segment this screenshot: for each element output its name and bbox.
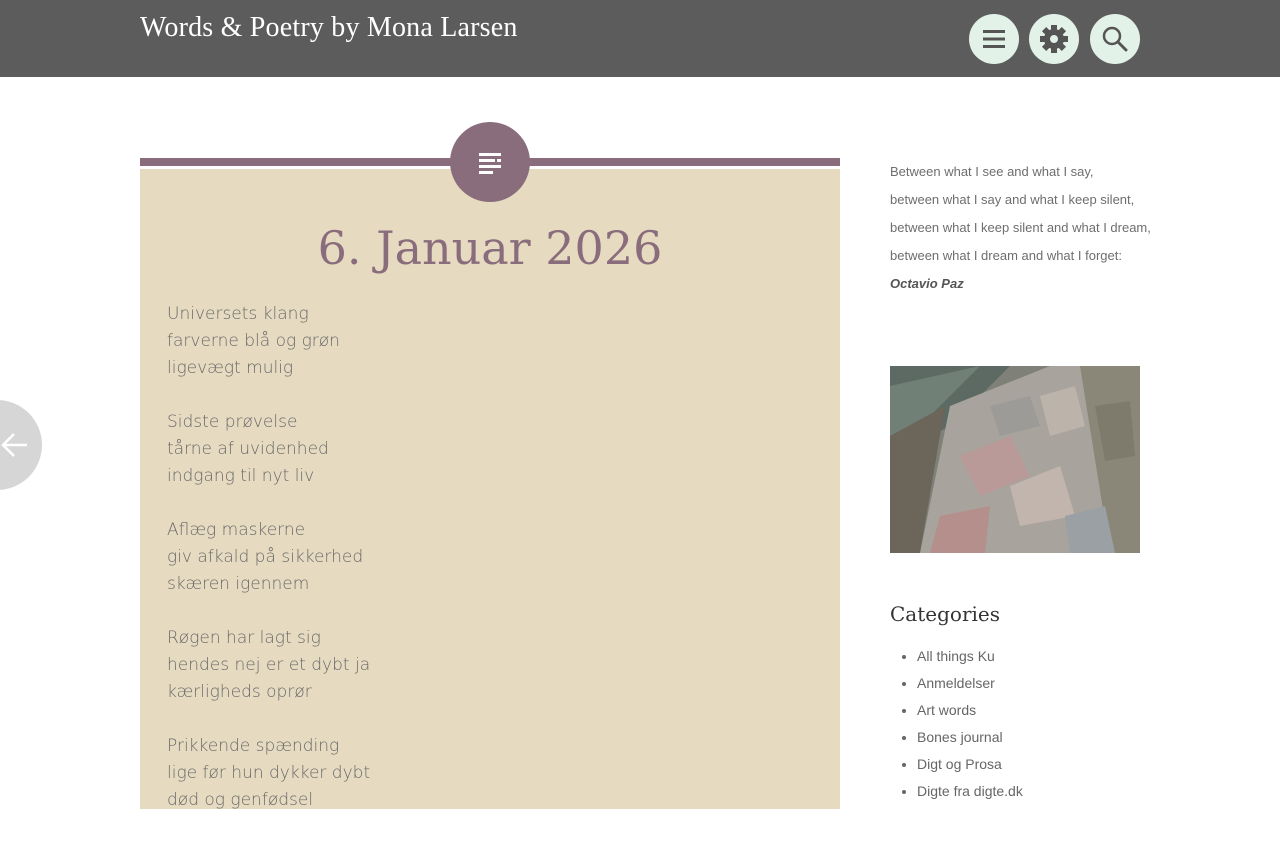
poem-line: farverne blå og grøn bbox=[167, 331, 340, 351]
category-link[interactable]: Digte fra digte.dk bbox=[917, 783, 1023, 799]
menu-icon bbox=[983, 30, 1005, 48]
poem-line: død og genfødsel bbox=[167, 790, 314, 810]
poem-stanza: Sidste prøvelse tårne af uvidenhed indga… bbox=[167, 409, 807, 490]
post-format-badge[interactable] bbox=[450, 122, 530, 202]
poem-stanza: Røgen har lagt sig hendes nej er et dybt… bbox=[167, 625, 807, 706]
categories-list: All things Ku Anmeldelser Art words Bone… bbox=[890, 643, 1023, 805]
poem-line: Sidste prøvelse bbox=[167, 412, 298, 432]
quote-line: between what I keep silent and what I dr… bbox=[890, 220, 1151, 235]
category-link[interactable]: Anmeldelser bbox=[917, 675, 995, 691]
quote-line: Between what I see and what I say, bbox=[890, 164, 1094, 179]
poem-line: kærligheds oprør bbox=[167, 682, 312, 702]
category-item: Digt og Prosa bbox=[917, 751, 1023, 778]
gear-icon bbox=[1040, 25, 1068, 53]
poem-line: hendes nej er et dybt ja bbox=[167, 655, 371, 675]
poem-line: Prikkende spænding bbox=[167, 736, 340, 756]
poem-line: Røgen har lagt sig bbox=[167, 628, 321, 648]
poem-line: skæren igennem bbox=[167, 574, 310, 594]
sidebar-photo bbox=[890, 366, 1140, 553]
previous-post-button[interactable] bbox=[0, 400, 42, 490]
site-title[interactable]: Words & Poetry by Mona Larsen bbox=[140, 12, 518, 44]
stone-path-photo bbox=[890, 366, 1140, 553]
arrow-left-icon bbox=[1, 433, 27, 457]
post-content: Universets klang farverne blå og grøn li… bbox=[167, 301, 807, 841]
poem-stanza: Universets klang farverne blå og grøn li… bbox=[167, 301, 807, 382]
post-title[interactable]: 6. Januar 2026 bbox=[140, 218, 840, 278]
poem-line: lige før hun dykker dybt bbox=[167, 763, 371, 783]
site-header: Words & Poetry by Mona Larsen bbox=[0, 0, 1280, 77]
category-item: Digte fra digte.dk bbox=[917, 778, 1023, 805]
menu-button[interactable] bbox=[969, 14, 1019, 64]
category-link[interactable]: Bones journal bbox=[917, 729, 1003, 745]
category-link[interactable]: All things Ku bbox=[917, 648, 995, 664]
category-link[interactable]: Art words bbox=[917, 702, 976, 718]
poem-line: Universets klang bbox=[167, 304, 309, 324]
category-link[interactable]: Digt og Prosa bbox=[917, 756, 1002, 772]
poem-line: Aflæg maskerne bbox=[167, 520, 306, 540]
search-icon bbox=[1102, 26, 1128, 52]
category-item: Bones journal bbox=[917, 724, 1023, 751]
quote-widget: Between what I see and what I say, betwe… bbox=[890, 158, 1151, 298]
quote-line: between what I dream and what I forget: bbox=[890, 248, 1122, 263]
poem-stanza: Aflæg maskerne giv afkald på sikkerhed s… bbox=[167, 517, 807, 598]
quote-author: Octavio Paz bbox=[890, 276, 964, 291]
poem-line: ligevægt mulig bbox=[167, 358, 294, 378]
poem-line: indgang til nyt liv bbox=[167, 466, 315, 486]
poem-stanza: Prikkende spænding lige før hun dykker d… bbox=[167, 733, 807, 814]
search-button[interactable] bbox=[1090, 14, 1140, 64]
poem-line: giv afkald på sikkerhed bbox=[167, 547, 364, 567]
quote-line: between what I say and what I keep silen… bbox=[890, 192, 1135, 207]
text-lines-icon bbox=[479, 153, 501, 174]
category-item: All things Ku bbox=[917, 643, 1023, 670]
categories-heading: Categories bbox=[890, 602, 1000, 626]
category-item: Anmeldelser bbox=[917, 670, 1023, 697]
widgets-button[interactable] bbox=[1029, 14, 1079, 64]
category-item: Art words bbox=[917, 697, 1023, 724]
poem-line: tårne af uvidenhed bbox=[167, 439, 329, 459]
